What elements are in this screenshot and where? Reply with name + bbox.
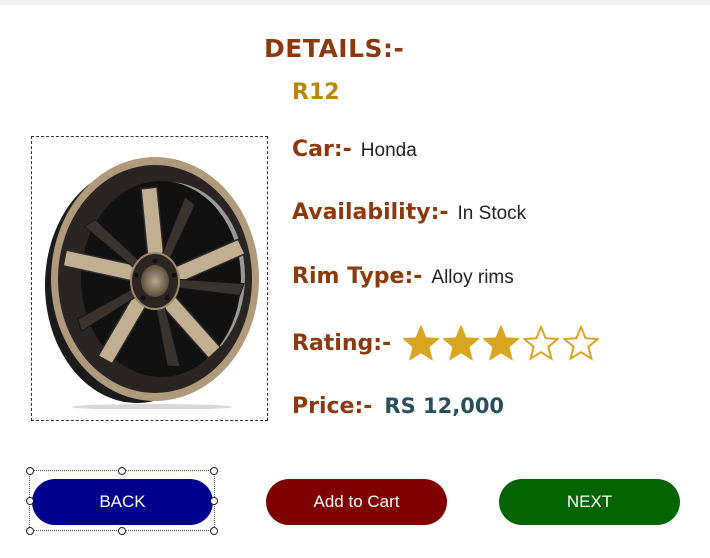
resize-handle[interactable]: [118, 467, 126, 475]
car-row: Car:- Honda: [292, 137, 417, 162]
star-empty-icon: [523, 325, 560, 361]
rim-type-row: Rim Type:- Alloy rims: [292, 264, 514, 289]
star-filled-icon: [483, 325, 520, 361]
back-button[interactable]: BACK: [32, 479, 213, 525]
price-row: Price:- RS 12,000: [292, 394, 504, 419]
rim-type-value: Alloy rims: [431, 267, 514, 288]
price-value: RS 12,000: [384, 394, 505, 418]
product-model: R12: [292, 80, 340, 105]
price-label: Price:-: [292, 394, 373, 419]
car-label: Car:-: [292, 137, 352, 162]
resize-handle[interactable]: [26, 527, 34, 535]
resize-handle[interactable]: [210, 527, 218, 535]
star-filled-icon: [403, 325, 440, 361]
star-empty-icon: [563, 325, 600, 361]
car-value: Honda: [360, 140, 417, 161]
rating-label: Rating:-: [292, 330, 392, 356]
product-image-frame: [31, 136, 268, 421]
availability-row: Availability:- In Stock: [292, 200, 526, 225]
page-title: DETAILS:-: [264, 34, 405, 63]
resize-handle[interactable]: [210, 467, 218, 475]
rating-stars: [403, 325, 600, 361]
next-button[interactable]: NEXT: [499, 479, 680, 525]
alloy-wheel-image: [44, 156, 259, 409]
star-filled-icon: [443, 325, 480, 361]
resize-handle[interactable]: [118, 527, 126, 535]
availability-value: In Stock: [457, 203, 527, 224]
top-strip: [0, 0, 710, 5]
availability-label: Availability:-: [292, 200, 449, 225]
resize-handle[interactable]: [26, 467, 34, 475]
add-to-cart-button[interactable]: Add to Cart: [266, 479, 447, 525]
rating-row: Rating:-: [292, 325, 600, 361]
rim-type-label: Rim Type:-: [292, 264, 423, 289]
